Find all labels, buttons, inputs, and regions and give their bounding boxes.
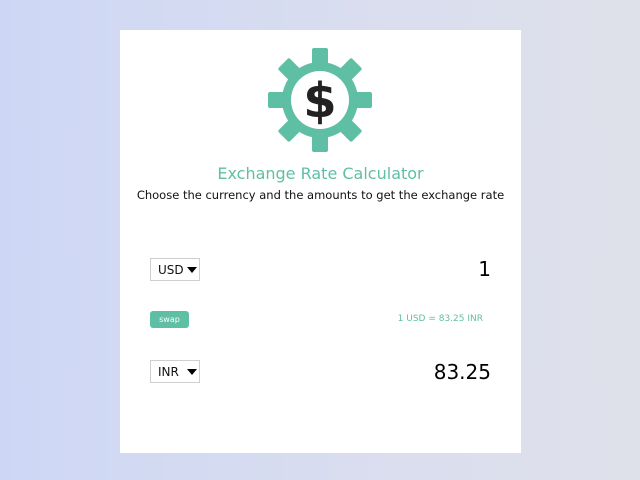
- currency-one-value: USD: [158, 262, 184, 277]
- currency-one-select[interactable]: USD: [150, 258, 200, 281]
- swap-button[interactable]: swap: [150, 311, 189, 328]
- rate-display: 1 USD = 83.25 INR: [397, 314, 483, 324]
- page-title: Exchange Rate Calculator: [217, 164, 424, 183]
- chevron-down-icon: [186, 368, 197, 375]
- amount-two-input[interactable]: 83.25: [331, 360, 491, 384]
- currency-two-value: INR: [158, 364, 179, 379]
- currency-two-select[interactable]: INR: [150, 360, 200, 383]
- chevron-down-icon: [186, 266, 197, 273]
- gear-dollar-icon: $: [268, 48, 372, 152]
- calculator-card: $ Exchange Rate Calculator Choose the cu…: [120, 30, 521, 453]
- page-subtitle: Choose the currency and the amounts to g…: [136, 188, 505, 202]
- svg-text:$: $: [303, 73, 336, 129]
- amount-one-input[interactable]: 1: [331, 257, 491, 281]
